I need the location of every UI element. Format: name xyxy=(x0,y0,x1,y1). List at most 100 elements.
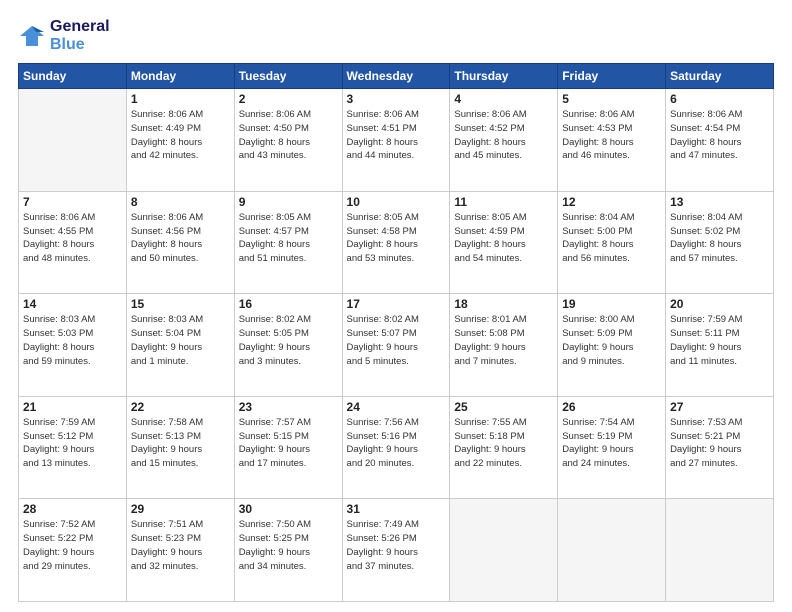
day-number: 26 xyxy=(562,400,661,414)
calendar-cell: 10 Sunrise: 8:05 AMSunset: 4:58 PMDayligh… xyxy=(342,191,450,294)
weekday-header-row: SundayMondayTuesdayWednesdayThursdayFrid… xyxy=(19,64,774,89)
calendar-cell: 1 Sunrise: 8:06 AMSunset: 4:49 PMDaylight… xyxy=(126,89,234,192)
day-info: Sunrise: 8:01 AMSunset: 5:08 PMDaylight:… xyxy=(454,313,553,368)
calendar-cell: 31Sunrise: 7:49 AMSunset: 5:26 PMDayligh… xyxy=(342,499,450,602)
calendar-cell: 25 Sunrise: 7:55 AMSunset: 5:18 PMDayligh… xyxy=(450,396,558,499)
day-info: Sunrise: 8:06 AMSunset: 4:50 PMDaylight:… xyxy=(239,108,338,163)
calendar-cell: 18Sunrise: 8:01 AMSunset: 5:08 PMDayligh… xyxy=(450,294,558,397)
calendar-cell: 15 Sunrise: 8:03 AMSunset: 5:04 PMDayligh… xyxy=(126,294,234,397)
calendar-week-row: 28Sunrise: 7:52 AMSunset: 5:22 PMDayligh… xyxy=(19,499,774,602)
calendar-cell: 17 Sunrise: 8:02 AMSunset: 5:07 PMDayligh… xyxy=(342,294,450,397)
day-info: Sunrise: 7:58 AMSunset: 5:13 PMDaylight:… xyxy=(131,416,230,471)
calendar-week-row: 7Sunrise: 8:06 AMSunset: 4:55 PMDaylight… xyxy=(19,191,774,294)
calendar-cell: 3 Sunrise: 8:06 AMSunset: 4:51 PMDaylight… xyxy=(342,89,450,192)
weekday-header-wednesday: Wednesday xyxy=(342,64,450,89)
day-info: Sunrise: 7:53 AMSunset: 5:21 PMDaylight:… xyxy=(670,416,769,471)
calendar-cell: 11 Sunrise: 8:05 AMSunset: 4:59 PMDayligh… xyxy=(450,191,558,294)
calendar-cell: 14 Sunrise: 8:03 AMSunset: 5:03 PMDayligh… xyxy=(19,294,127,397)
day-info: Sunrise: 8:05 AMSunset: 4:59 PMDaylight:… xyxy=(454,211,553,266)
day-number: 29 xyxy=(131,502,230,516)
day-number: 16 xyxy=(239,297,338,311)
day-info: Sunrise: 7:54 AMSunset: 5:19 PMDaylight:… xyxy=(562,416,661,471)
day-number: 14 xyxy=(23,297,122,311)
day-info: Sunrise: 8:02 AMSunset: 5:05 PMDaylight:… xyxy=(239,313,338,368)
calendar-cell: 26 Sunrise: 7:54 AMSunset: 5:19 PMDayligh… xyxy=(558,396,666,499)
calendar-cell xyxy=(19,89,127,192)
calendar-week-row: 14 Sunrise: 8:03 AMSunset: 5:03 PMDayligh… xyxy=(19,294,774,397)
day-number: 20 xyxy=(670,297,769,311)
day-info: Sunrise: 8:02 AMSunset: 5:07 PMDaylight:… xyxy=(347,313,446,368)
calendar-cell: 9 Sunrise: 8:05 AMSunset: 4:57 PMDaylight… xyxy=(234,191,342,294)
day-number: 30 xyxy=(239,502,338,516)
logo-text: General Blue xyxy=(50,18,110,53)
day-info: Sunrise: 7:50 AMSunset: 5:25 PMDaylight:… xyxy=(239,518,338,573)
calendar-table: SundayMondayTuesdayWednesdayThursdayFrid… xyxy=(18,63,774,602)
day-number: 9 xyxy=(239,195,338,209)
day-number: 17 xyxy=(347,297,446,311)
calendar-cell: 29Sunrise: 7:51 AMSunset: 5:23 PMDayligh… xyxy=(126,499,234,602)
day-info: Sunrise: 8:06 AMSunset: 4:53 PMDaylight:… xyxy=(562,108,661,163)
calendar-week-row: 21 Sunrise: 7:59 AMSunset: 5:12 PMDayligh… xyxy=(19,396,774,499)
day-info: Sunrise: 8:03 AMSunset: 5:04 PMDaylight:… xyxy=(131,313,230,368)
day-number: 10 xyxy=(347,195,446,209)
day-number: 21 xyxy=(23,400,122,414)
weekday-header-saturday: Saturday xyxy=(666,64,774,89)
day-number: 15 xyxy=(131,297,230,311)
day-number: 12 xyxy=(562,195,661,209)
day-info: Sunrise: 8:00 AMSunset: 5:09 PMDaylight:… xyxy=(562,313,661,368)
day-number: 27 xyxy=(670,400,769,414)
weekday-header-thursday: Thursday xyxy=(450,64,558,89)
day-info: Sunrise: 8:04 AMSunset: 5:02 PMDaylight:… xyxy=(670,211,769,266)
day-info: Sunrise: 7:57 AMSunset: 5:15 PMDaylight:… xyxy=(239,416,338,471)
day-number: 4 xyxy=(454,92,553,106)
day-number: 5 xyxy=(562,92,661,106)
day-number: 28 xyxy=(23,502,122,516)
day-number: 2 xyxy=(239,92,338,106)
day-info: Sunrise: 8:03 AMSunset: 5:03 PMDaylight:… xyxy=(23,313,122,368)
day-info: Sunrise: 7:59 AMSunset: 5:11 PMDaylight:… xyxy=(670,313,769,368)
day-info: Sunrise: 7:59 AMSunset: 5:12 PMDaylight:… xyxy=(23,416,122,471)
page: General Blue SundayMondayTuesdayWednesda… xyxy=(0,0,792,612)
day-info: Sunrise: 8:05 AMSunset: 4:58 PMDaylight:… xyxy=(347,211,446,266)
weekday-header-sunday: Sunday xyxy=(19,64,127,89)
day-info: Sunrise: 7:56 AMSunset: 5:16 PMDaylight:… xyxy=(347,416,446,471)
calendar-cell: 28Sunrise: 7:52 AMSunset: 5:22 PMDayligh… xyxy=(19,499,127,602)
weekday-header-friday: Friday xyxy=(558,64,666,89)
header: General Blue xyxy=(18,18,774,53)
day-info: Sunrise: 8:06 AMSunset: 4:49 PMDaylight:… xyxy=(131,108,230,163)
calendar-cell: 4 Sunrise: 8:06 AMSunset: 4:52 PMDaylight… xyxy=(450,89,558,192)
day-info: Sunrise: 8:06 AMSunset: 4:52 PMDaylight:… xyxy=(454,108,553,163)
day-info: Sunrise: 8:04 AMSunset: 5:00 PMDaylight:… xyxy=(562,211,661,266)
day-number: 25 xyxy=(454,400,553,414)
calendar-cell: 12 Sunrise: 8:04 AMSunset: 5:00 PMDayligh… xyxy=(558,191,666,294)
calendar-cell: 2 Sunrise: 8:06 AMSunset: 4:50 PMDaylight… xyxy=(234,89,342,192)
day-number: 7 xyxy=(23,195,122,209)
day-number: 3 xyxy=(347,92,446,106)
calendar-cell: 16 Sunrise: 8:02 AMSunset: 5:05 PMDayligh… xyxy=(234,294,342,397)
day-number: 23 xyxy=(239,400,338,414)
day-info: Sunrise: 8:05 AMSunset: 4:57 PMDaylight:… xyxy=(239,211,338,266)
day-number: 11 xyxy=(454,195,553,209)
day-info: Sunrise: 8:06 AMSunset: 4:54 PMDaylight:… xyxy=(670,108,769,163)
calendar-cell: 22 Sunrise: 7:58 AMSunset: 5:13 PMDayligh… xyxy=(126,396,234,499)
calendar-cell: 5 Sunrise: 8:06 AMSunset: 4:53 PMDaylight… xyxy=(558,89,666,192)
calendar-cell xyxy=(666,499,774,602)
weekday-header-monday: Monday xyxy=(126,64,234,89)
day-info: Sunrise: 7:49 AMSunset: 5:26 PMDaylight:… xyxy=(347,518,446,573)
calendar-week-row: 1 Sunrise: 8:06 AMSunset: 4:49 PMDaylight… xyxy=(19,89,774,192)
calendar-cell: 13Sunrise: 8:04 AMSunset: 5:02 PMDayligh… xyxy=(666,191,774,294)
day-info: Sunrise: 8:06 AMSunset: 4:51 PMDaylight:… xyxy=(347,108,446,163)
calendar-cell xyxy=(450,499,558,602)
day-number: 8 xyxy=(131,195,230,209)
day-number: 1 xyxy=(131,92,230,106)
calendar-cell xyxy=(558,499,666,602)
day-info: Sunrise: 8:06 AMSunset: 4:56 PMDaylight:… xyxy=(131,211,230,266)
calendar-cell: 24 Sunrise: 7:56 AMSunset: 5:16 PMDayligh… xyxy=(342,396,450,499)
calendar-cell: 23 Sunrise: 7:57 AMSunset: 5:15 PMDayligh… xyxy=(234,396,342,499)
day-info: Sunrise: 7:55 AMSunset: 5:18 PMDaylight:… xyxy=(454,416,553,471)
day-number: 24 xyxy=(347,400,446,414)
calendar-cell: 6Sunrise: 8:06 AMSunset: 4:54 PMDaylight… xyxy=(666,89,774,192)
calendar-cell: 30 Sunrise: 7:50 AMSunset: 5:25 PMDayligh… xyxy=(234,499,342,602)
calendar-cell: 21 Sunrise: 7:59 AMSunset: 5:12 PMDayligh… xyxy=(19,396,127,499)
day-number: 22 xyxy=(131,400,230,414)
